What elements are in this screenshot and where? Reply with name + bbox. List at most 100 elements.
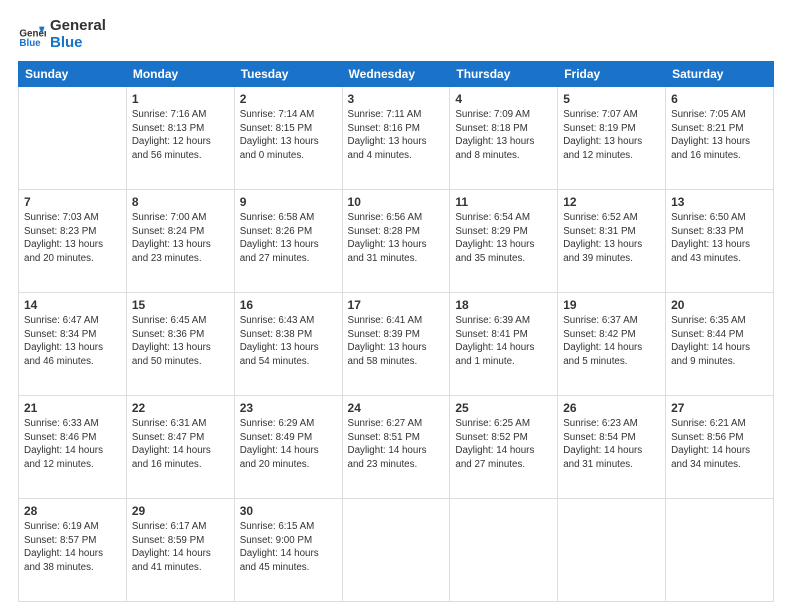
day-info: Sunrise: 6:23 AM Sunset: 8:54 PM Dayligh… (563, 417, 660, 471)
logo: General Blue General Blue (18, 18, 106, 51)
day-number: 8 (132, 194, 229, 210)
calendar-cell (666, 499, 774, 602)
day-number: 30 (240, 503, 337, 519)
calendar-cell (342, 499, 450, 602)
day-number: 5 (563, 91, 660, 107)
day-number: 14 (24, 297, 121, 313)
calendar-cell: 5Sunrise: 7:07 AM Sunset: 8:19 PM Daylig… (558, 87, 666, 190)
calendar-cell: 26Sunrise: 6:23 AM Sunset: 8:54 PM Dayli… (558, 396, 666, 499)
calendar-cell: 16Sunrise: 6:43 AM Sunset: 8:38 PM Dayli… (234, 293, 342, 396)
calendar-week-row: 7Sunrise: 7:03 AM Sunset: 8:23 PM Daylig… (19, 190, 774, 293)
header: General Blue General Blue (18, 18, 774, 51)
logo-blue: Blue (50, 35, 106, 52)
calendar-cell: 14Sunrise: 6:47 AM Sunset: 8:34 PM Dayli… (19, 293, 127, 396)
day-number: 24 (348, 400, 445, 416)
day-number: 29 (132, 503, 229, 519)
day-info: Sunrise: 6:17 AM Sunset: 8:59 PM Dayligh… (132, 520, 229, 574)
day-info: Sunrise: 6:35 AM Sunset: 8:44 PM Dayligh… (671, 314, 768, 368)
day-info: Sunrise: 7:16 AM Sunset: 8:13 PM Dayligh… (132, 108, 229, 162)
day-number: 16 (240, 297, 337, 313)
calendar-cell: 21Sunrise: 6:33 AM Sunset: 8:46 PM Dayli… (19, 396, 127, 499)
col-friday: Friday (558, 62, 666, 87)
day-number: 25 (455, 400, 552, 416)
calendar-table: Sunday Monday Tuesday Wednesday Thursday… (18, 61, 774, 602)
calendar-header-row: Sunday Monday Tuesday Wednesday Thursday… (19, 62, 774, 87)
day-info: Sunrise: 6:45 AM Sunset: 8:36 PM Dayligh… (132, 314, 229, 368)
svg-text:Blue: Blue (19, 38, 41, 49)
calendar-week-row: 21Sunrise: 6:33 AM Sunset: 8:46 PM Dayli… (19, 396, 774, 499)
day-number: 18 (455, 297, 552, 313)
day-info: Sunrise: 7:14 AM Sunset: 8:15 PM Dayligh… (240, 108, 337, 162)
col-saturday: Saturday (666, 62, 774, 87)
day-info: Sunrise: 6:19 AM Sunset: 8:57 PM Dayligh… (24, 520, 121, 574)
calendar-cell: 25Sunrise: 6:25 AM Sunset: 8:52 PM Dayli… (450, 396, 558, 499)
day-number: 7 (24, 194, 121, 210)
calendar-cell: 29Sunrise: 6:17 AM Sunset: 8:59 PM Dayli… (126, 499, 234, 602)
day-info: Sunrise: 7:03 AM Sunset: 8:23 PM Dayligh… (24, 211, 121, 265)
day-number: 9 (240, 194, 337, 210)
day-info: Sunrise: 6:33 AM Sunset: 8:46 PM Dayligh… (24, 417, 121, 471)
calendar-week-row: 1Sunrise: 7:16 AM Sunset: 8:13 PM Daylig… (19, 87, 774, 190)
day-info: Sunrise: 7:11 AM Sunset: 8:16 PM Dayligh… (348, 108, 445, 162)
day-info: Sunrise: 6:29 AM Sunset: 8:49 PM Dayligh… (240, 417, 337, 471)
day-info: Sunrise: 7:09 AM Sunset: 8:18 PM Dayligh… (455, 108, 552, 162)
calendar-cell: 4Sunrise: 7:09 AM Sunset: 8:18 PM Daylig… (450, 87, 558, 190)
day-info: Sunrise: 6:54 AM Sunset: 8:29 PM Dayligh… (455, 211, 552, 265)
day-info: Sunrise: 6:56 AM Sunset: 8:28 PM Dayligh… (348, 211, 445, 265)
day-number: 11 (455, 194, 552, 210)
day-number: 17 (348, 297, 445, 313)
day-info: Sunrise: 6:47 AM Sunset: 8:34 PM Dayligh… (24, 314, 121, 368)
calendar-cell: 20Sunrise: 6:35 AM Sunset: 8:44 PM Dayli… (666, 293, 774, 396)
logo-general: General (50, 18, 106, 35)
day-number: 4 (455, 91, 552, 107)
day-info: Sunrise: 6:41 AM Sunset: 8:39 PM Dayligh… (348, 314, 445, 368)
day-info: Sunrise: 6:52 AM Sunset: 8:31 PM Dayligh… (563, 211, 660, 265)
day-info: Sunrise: 6:15 AM Sunset: 9:00 PM Dayligh… (240, 520, 337, 574)
day-number: 3 (348, 91, 445, 107)
day-info: Sunrise: 6:43 AM Sunset: 8:38 PM Dayligh… (240, 314, 337, 368)
day-info: Sunrise: 7:07 AM Sunset: 8:19 PM Dayligh… (563, 108, 660, 162)
col-thursday: Thursday (450, 62, 558, 87)
day-number: 20 (671, 297, 768, 313)
day-number: 13 (671, 194, 768, 210)
calendar-cell: 18Sunrise: 6:39 AM Sunset: 8:41 PM Dayli… (450, 293, 558, 396)
calendar-cell: 7Sunrise: 7:03 AM Sunset: 8:23 PM Daylig… (19, 190, 127, 293)
calendar-cell: 23Sunrise: 6:29 AM Sunset: 8:49 PM Dayli… (234, 396, 342, 499)
day-number: 10 (348, 194, 445, 210)
day-number: 12 (563, 194, 660, 210)
calendar-cell: 27Sunrise: 6:21 AM Sunset: 8:56 PM Dayli… (666, 396, 774, 499)
calendar-cell (558, 499, 666, 602)
calendar-cell: 11Sunrise: 6:54 AM Sunset: 8:29 PM Dayli… (450, 190, 558, 293)
calendar-cell: 30Sunrise: 6:15 AM Sunset: 9:00 PM Dayli… (234, 499, 342, 602)
day-info: Sunrise: 6:58 AM Sunset: 8:26 PM Dayligh… (240, 211, 337, 265)
col-sunday: Sunday (19, 62, 127, 87)
day-info: Sunrise: 6:31 AM Sunset: 8:47 PM Dayligh… (132, 417, 229, 471)
calendar-cell: 28Sunrise: 6:19 AM Sunset: 8:57 PM Dayli… (19, 499, 127, 602)
calendar-cell: 6Sunrise: 7:05 AM Sunset: 8:21 PM Daylig… (666, 87, 774, 190)
day-number: 22 (132, 400, 229, 416)
day-info: Sunrise: 6:50 AM Sunset: 8:33 PM Dayligh… (671, 211, 768, 265)
day-number: 21 (24, 400, 121, 416)
col-tuesday: Tuesday (234, 62, 342, 87)
day-info: Sunrise: 7:00 AM Sunset: 8:24 PM Dayligh… (132, 211, 229, 265)
day-number: 1 (132, 91, 229, 107)
calendar-cell: 12Sunrise: 6:52 AM Sunset: 8:31 PM Dayli… (558, 190, 666, 293)
calendar-cell: 17Sunrise: 6:41 AM Sunset: 8:39 PM Dayli… (342, 293, 450, 396)
day-number: 27 (671, 400, 768, 416)
day-number: 6 (671, 91, 768, 107)
calendar-cell: 19Sunrise: 6:37 AM Sunset: 8:42 PM Dayli… (558, 293, 666, 396)
calendar-body: 1Sunrise: 7:16 AM Sunset: 8:13 PM Daylig… (19, 87, 774, 602)
logo-icon: General Blue (18, 21, 46, 49)
calendar-week-row: 14Sunrise: 6:47 AM Sunset: 8:34 PM Dayli… (19, 293, 774, 396)
day-number: 15 (132, 297, 229, 313)
calendar-cell: 10Sunrise: 6:56 AM Sunset: 8:28 PM Dayli… (342, 190, 450, 293)
calendar-cell: 2Sunrise: 7:14 AM Sunset: 8:15 PM Daylig… (234, 87, 342, 190)
calendar-cell (450, 499, 558, 602)
calendar-cell: 9Sunrise: 6:58 AM Sunset: 8:26 PM Daylig… (234, 190, 342, 293)
calendar-cell: 8Sunrise: 7:00 AM Sunset: 8:24 PM Daylig… (126, 190, 234, 293)
day-info: Sunrise: 6:25 AM Sunset: 8:52 PM Dayligh… (455, 417, 552, 471)
day-number: 2 (240, 91, 337, 107)
day-number: 19 (563, 297, 660, 313)
calendar-cell: 13Sunrise: 6:50 AM Sunset: 8:33 PM Dayli… (666, 190, 774, 293)
day-info: Sunrise: 6:27 AM Sunset: 8:51 PM Dayligh… (348, 417, 445, 471)
